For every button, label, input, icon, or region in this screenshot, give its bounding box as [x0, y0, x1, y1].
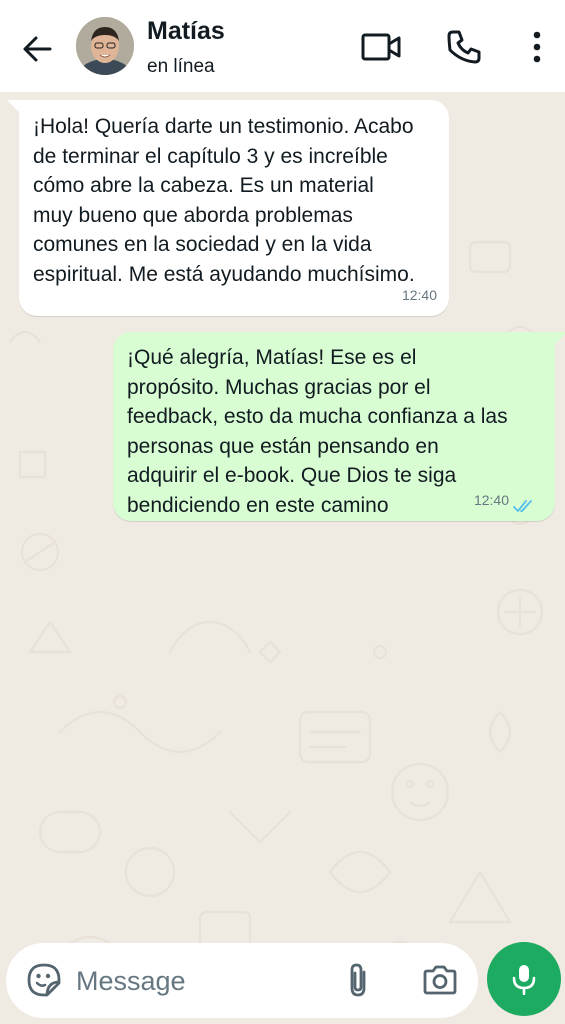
message-time: 12:40: [401, 286, 437, 303]
camera-icon[interactable]: [421, 963, 459, 997]
video-call-icon[interactable]: [360, 30, 402, 64]
more-vertical-icon[interactable]: [524, 27, 550, 67]
voice-record-button[interactable]: [487, 942, 561, 1016]
paperclip-icon[interactable]: [344, 961, 372, 999]
chat-header: Matías en línea: [0, 0, 565, 92]
message-input[interactable]: [76, 963, 326, 999]
message-time: 12:40: [473, 491, 509, 508]
avatar[interactable]: [76, 17, 134, 75]
contact-name[interactable]: Matías: [147, 17, 225, 46]
message-text: ¡Hola! Quería darte un testimonio. Acabo…: [33, 115, 415, 286]
phone-icon[interactable]: [444, 27, 484, 67]
microphone-icon: [512, 965, 536, 995]
avatar-photo: [76, 17, 134, 75]
message-composer: [6, 943, 478, 1018]
arrow-left-icon[interactable]: [18, 30, 56, 68]
double-check-read-icon: [513, 500, 532, 512]
outgoing-message[interactable]: ¡Qué alegría, Matías! Ese es el propósit…: [113, 332, 555, 521]
chat-screen: Matías en línea ¡Hola! Quería darte un t…: [0, 0, 565, 1024]
contact-status: en línea: [147, 56, 215, 77]
incoming-message[interactable]: ¡Hola! Quería darte un testimonio. Acabo…: [19, 100, 449, 316]
sticker-emoji-icon[interactable]: [26, 962, 62, 998]
